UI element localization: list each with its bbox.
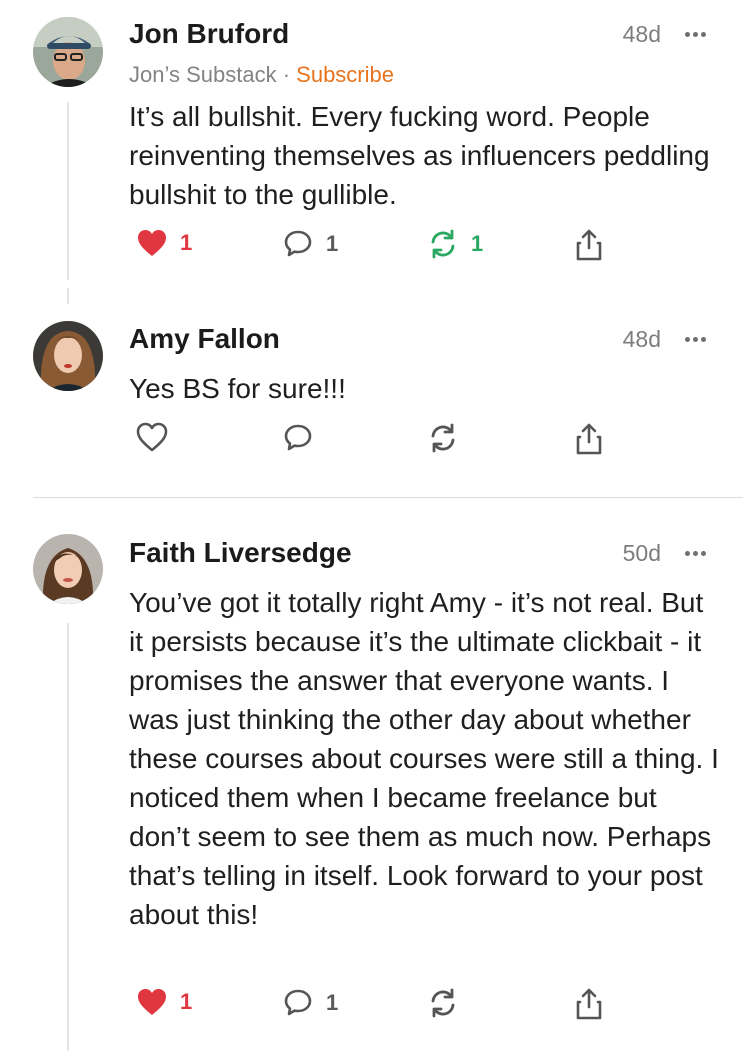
author-name[interactable]: Faith Liversedge [129, 537, 352, 569]
publication-line: Jon’s Substack · Subscribe [129, 61, 394, 89]
heart-icon [136, 422, 168, 452]
more-options-button[interactable] [680, 20, 710, 48]
like-button[interactable] [136, 422, 168, 452]
like-count: 1 [180, 989, 193, 1014]
share-button[interactable] [574, 422, 604, 456]
share-icon [576, 229, 602, 261]
speech-bubble-icon [284, 989, 312, 1016]
author-name[interactable]: Amy Fallon [129, 323, 280, 355]
comment-actions: 1 1 [0, 987, 743, 1027]
restack-button[interactable]: 1 [427, 228, 483, 260]
comment-faith-liversedge: Faith Liversedge 50d You’ve got it total… [0, 515, 743, 1051]
separator: · [282, 62, 291, 87]
comment-amy-fallon: Amy Fallon 48d Yes BS for sure!!! [0, 300, 743, 490]
comment-jon-bruford: Jon Bruford 48d Jon’s Substack · Subscri… [0, 0, 743, 304]
ellipsis-dot [692, 550, 698, 556]
restack-arrows-icon [431, 229, 455, 259]
comment-text: It’s all bullshit. Every fucking word. P… [129, 101, 710, 210]
ellipsis-icon [684, 336, 690, 342]
author-name[interactable]: Jon Bruford [129, 18, 289, 50]
publication-name[interactable]: Jon’s Substack [129, 62, 277, 87]
speech-bubble-icon [284, 424, 312, 451]
subscribe-link[interactable]: Subscribe [296, 62, 394, 87]
avatar[interactable] [33, 321, 103, 391]
reply-button[interactable]: 1 [282, 228, 338, 260]
more-options-button[interactable] [680, 325, 710, 353]
timestamp[interactable]: 48d [623, 325, 661, 353]
reply-count: 1 [326, 990, 339, 1015]
speech-bubble-icon [284, 230, 312, 257]
share-icon [576, 423, 602, 455]
restack-button[interactable] [427, 422, 459, 454]
timestamp[interactable]: 48d [623, 20, 661, 48]
restack-button[interactable] [427, 987, 459, 1019]
ellipsis-dot [700, 550, 706, 556]
share-button[interactable] [574, 228, 604, 262]
like-count: 1 [180, 230, 193, 255]
ellipsis-dot [692, 31, 698, 37]
share-icon [576, 988, 602, 1020]
reply-button[interactable] [282, 422, 314, 454]
ellipsis-icon [684, 550, 690, 556]
ellipsis-icon [684, 31, 690, 37]
comment-text: Yes BS for sure!!! [129, 373, 346, 404]
ellipsis-dot [692, 336, 698, 342]
comment-actions: 1 1 1 [0, 228, 743, 268]
restack-arrows-icon [431, 423, 455, 453]
avatar[interactable] [33, 534, 103, 604]
comment-text: You’ve got it totally right Amy - it’s n… [129, 587, 719, 930]
like-button[interactable]: 1 [136, 987, 192, 1017]
ellipsis-dot [700, 31, 706, 37]
more-options-button[interactable] [680, 539, 710, 567]
share-button[interactable] [574, 987, 604, 1021]
avatar[interactable] [33, 17, 103, 87]
timestamp[interactable]: 50d [623, 539, 661, 567]
heart-icon [138, 230, 166, 256]
restack-count: 1 [471, 231, 484, 256]
thread-divider [33, 497, 743, 498]
restack-arrows-icon [431, 988, 455, 1018]
comment-actions [0, 422, 743, 462]
like-button[interactable]: 1 [136, 228, 192, 258]
ellipsis-dot [700, 336, 706, 342]
reply-button[interactable]: 1 [282, 987, 338, 1019]
heart-icon [138, 989, 166, 1015]
reply-count: 1 [326, 231, 339, 256]
